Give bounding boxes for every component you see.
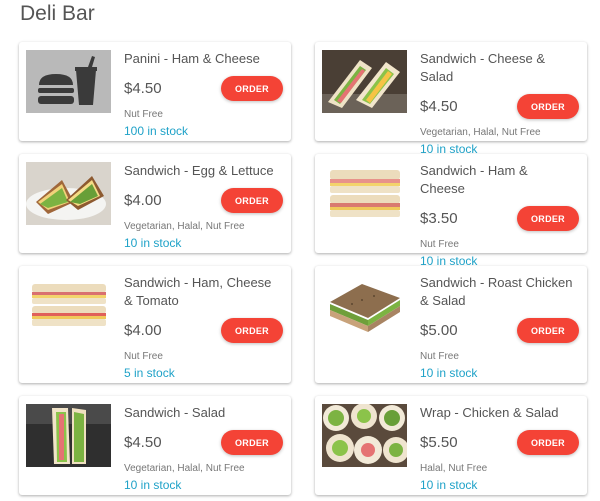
product-name: Sandwich - Cheese & Salad	[420, 51, 546, 84]
product-price: $5.50	[420, 434, 458, 451]
product-price: $4.50	[124, 80, 162, 97]
product-price: $4.00	[124, 322, 162, 339]
order-button[interactable]: ORDER	[517, 430, 579, 455]
dietary-tags: Nut Free	[420, 351, 459, 362]
order-button[interactable]: ORDER	[221, 318, 283, 343]
product-card: Sandwich - Roast Chicken & Salad $5.00 O…	[315, 266, 587, 383]
product-name: Sandwich - Ham & Cheese	[420, 163, 528, 196]
dietary-tags: Vegetarian, Halal, Nut Free	[420, 127, 541, 138]
stock-count: 10 in stock	[420, 478, 478, 492]
stock-count: 5 in stock	[124, 366, 175, 380]
stock-count: 10 in stock	[124, 478, 182, 492]
product-name: Panini - Ham & Cheese	[124, 51, 260, 66]
product-price: $4.50	[420, 98, 458, 115]
product-price: $4.00	[124, 192, 162, 209]
product-card: Sandwich - Ham, Cheese & Tomato $4.00 OR…	[19, 266, 291, 383]
product-card: Sandwich - Cheese & Salad $4.50 ORDER Ve…	[315, 42, 587, 156]
stock-count: 100 in stock	[124, 124, 189, 138]
ham-cheese-sandwich-photo	[322, 162, 407, 225]
order-button[interactable]: ORDER	[221, 188, 283, 213]
dietary-tags: Vegetarian, Halal, Nut Free	[124, 463, 245, 474]
stock-count: 10 in stock	[124, 236, 182, 250]
roast-chicken-sandwich-photo	[322, 274, 407, 337]
order-button[interactable]: ORDER	[221, 76, 283, 101]
product-card: Panini - Ham & Cheese $4.50 ORDER Nut Fr…	[19, 42, 291, 141]
product-name: Sandwich - Egg & Lettuce	[124, 163, 274, 178]
ham-cheese-tomato-sandwich-photo	[26, 274, 111, 337]
product-name: Sandwich - Ham, Cheese & Tomato	[124, 275, 272, 308]
product-name: Sandwich - Roast Chicken & Salad	[420, 275, 573, 308]
burger-drink-placeholder-icon	[26, 50, 111, 113]
egg-lettuce-sandwich-photo	[26, 162, 111, 225]
dietary-tags: Nut Free	[124, 109, 163, 120]
order-button[interactable]: ORDER	[517, 94, 579, 119]
product-card: Sandwich - Ham & Cheese $3.50 ORDER Nut …	[315, 154, 587, 268]
cheese-salad-sandwich-photo	[322, 50, 407, 113]
dietary-tags: Halal, Nut Free	[420, 463, 488, 474]
product-name: Sandwich - Salad	[124, 405, 226, 420]
product-card: Sandwich - Salad $4.50 ORDER Vegetarian,…	[19, 396, 291, 495]
product-grid: Panini - Ham & Cheese $4.50 ORDER Nut Fr…	[19, 42, 587, 495]
product-card: Sandwich - Egg & Lettuce $4.00 ORDER Veg…	[19, 154, 291, 253]
product-card: Wrap - Chicken & Salad $5.50 ORDER Halal…	[315, 396, 587, 495]
product-price: $5.00	[420, 322, 458, 339]
product-name: Wrap - Chicken & Salad	[420, 405, 559, 420]
salad-sandwich-photo	[26, 404, 111, 467]
product-price: $4.50	[124, 434, 162, 451]
stock-count: 10 in stock	[420, 366, 478, 380]
dietary-tags: Vegetarian, Halal, Nut Free	[124, 221, 245, 232]
order-button[interactable]: ORDER	[221, 430, 283, 455]
order-button[interactable]: ORDER	[517, 318, 579, 343]
dietary-tags: Nut Free	[420, 239, 459, 250]
product-price: $3.50	[420, 210, 458, 227]
page-title: Deli Bar	[20, 2, 95, 25]
chicken-wrap-photo	[322, 404, 407, 467]
dietary-tags: Nut Free	[124, 351, 163, 362]
order-button[interactable]: ORDER	[517, 206, 579, 231]
